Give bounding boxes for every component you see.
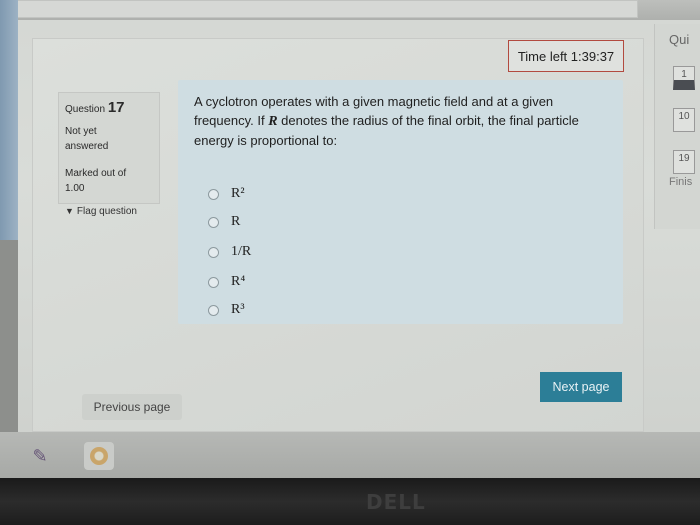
question-number: 17 [107, 99, 125, 116]
answer-status: Not yet answered [65, 126, 109, 152]
dell-logo: DELL [366, 490, 426, 514]
answer-option[interactable]: R² [208, 186, 245, 202]
question-text: A cyclotron operates with a given magnet… [194, 92, 616, 150]
nav-question-button[interactable]: 10 [673, 108, 695, 132]
option-label: R⁴ [231, 274, 246, 289]
flag-icon: ▼ [65, 206, 74, 216]
answer-option[interactable]: 1/R [208, 244, 251, 260]
option-label: 1/R [231, 244, 252, 259]
question-number-line: Question 17 [65, 99, 153, 116]
previous-page-button[interactable]: Previous page [82, 394, 182, 420]
pin-icon[interactable]: ✎ [28, 444, 52, 468]
time-left-display: Time left 1:39:37 [508, 40, 624, 72]
nav-question-button[interactable]: 19 [673, 150, 695, 174]
marks-info: Marked out of 1.00 [65, 168, 127, 194]
taskbar: ✎ [0, 432, 700, 478]
radio-button[interactable] [208, 188, 219, 200]
flag-question-link[interactable]: ▼ Flag question [65, 206, 153, 217]
question-content: A cyclotron operates with a given magnet… [178, 80, 623, 324]
quiz-navigation-title: Qui [669, 32, 690, 47]
left-scrollbar[interactable] [0, 0, 18, 240]
answer-option[interactable]: R [208, 214, 240, 230]
next-page-label: Next page [552, 380, 610, 394]
radio-button[interactable] [208, 246, 219, 258]
browser-icon [90, 447, 108, 465]
option-label: R² [231, 186, 245, 201]
question-label: Question [65, 104, 106, 115]
nav-question-button[interactable]: 1 [673, 66, 695, 90]
previous-card-edge [0, 0, 638, 18]
radius-symbol: R [268, 114, 278, 129]
question-info-block: Question 17 Not yet answered Marked out … [58, 92, 160, 217]
radio-button[interactable] [208, 276, 219, 288]
option-label: R [231, 214, 241, 229]
answer-option[interactable]: R³ [208, 302, 245, 318]
browser-taskbar-icon[interactable] [84, 442, 114, 470]
finish-attempt-link[interactable]: Finis [669, 176, 692, 188]
radio-button[interactable] [208, 216, 219, 228]
nav-question-number: 1 [681, 69, 687, 80]
time-left-text: Time left 1:39:37 [517, 48, 615, 64]
quiz-navigation-panel: Qui 1 10 19 Finis [654, 24, 700, 229]
answer-option[interactable]: R⁴ [208, 274, 245, 290]
previous-page-label: Previous page [93, 400, 171, 414]
flag-question-label: Flag question [76, 206, 137, 217]
nav-question-number: 10 [678, 111, 690, 122]
radio-button[interactable] [208, 304, 219, 316]
monitor-bezel [0, 478, 700, 525]
next-page-button[interactable]: Next page [540, 372, 622, 402]
option-label: R³ [231, 302, 245, 317]
nav-question-number: 19 [678, 153, 690, 164]
